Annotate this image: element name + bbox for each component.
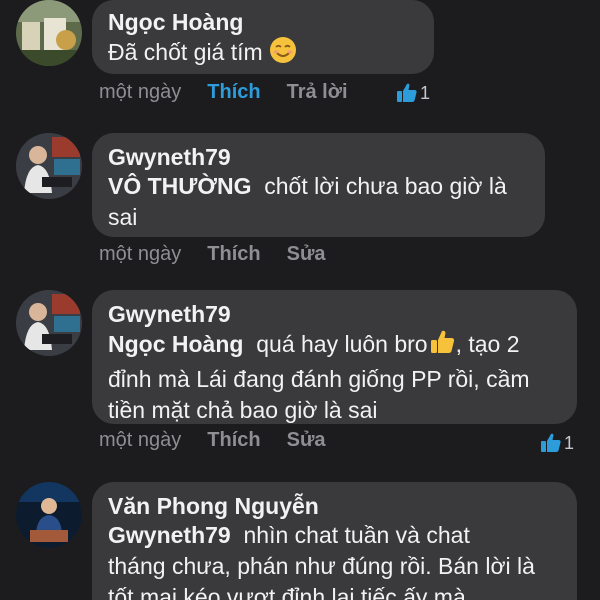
- comment-time[interactable]: một ngày: [99, 429, 181, 452]
- comment-time[interactable]: một ngày: [99, 81, 181, 104]
- comment-author[interactable]: Ngọc Hoàng: [108, 8, 416, 36]
- thumbs-up-icon: [397, 83, 417, 102]
- avatar[interactable]: [16, 0, 82, 66]
- edit-button[interactable]: Sửa: [287, 243, 326, 266]
- comment-text: Gwyneth79 nhìn chat tuần và chat tháng c…: [108, 520, 559, 600]
- comment-text-body: Đã chốt giá tím: [108, 39, 263, 65]
- reply-button[interactable]: Trả lời: [287, 81, 348, 104]
- mention-link[interactable]: Ngọc Hoàng: [108, 331, 243, 357]
- reaction-count[interactable]: 1: [396, 82, 430, 104]
- mention-link[interactable]: VÔ THƯỜNG: [108, 173, 251, 199]
- comment-actions: một ngày Thích Sửa: [99, 425, 352, 455]
- thumbs-up-emoji-icon: [428, 328, 456, 364]
- comment-bubble: Gwyneth79 VÔ THƯỜNG chốt lời chưa bao gi…: [92, 133, 545, 237]
- avatar-photo-icon: [16, 482, 82, 548]
- comment-author[interactable]: Văn Phong Nguyễn: [108, 492, 559, 520]
- comment-text-body: nhìn chat tuần và chat: [243, 522, 470, 548]
- avatar[interactable]: [16, 290, 82, 356]
- comment-author[interactable]: Gwyneth79: [108, 300, 559, 328]
- comment-author[interactable]: Gwyneth79: [108, 143, 527, 171]
- comment-text-body: đỉnh mà Lái đang đánh giống PP rồi, cầm: [108, 366, 530, 392]
- comment-text: Ngọc Hoàng quá hay luôn bro , tạo 2 đỉnh…: [108, 328, 559, 426]
- comment-actions: một ngày Thích Trả lời: [99, 77, 374, 107]
- comment-bubble: Ngọc Hoàng Đã chốt giá tím: [92, 0, 434, 74]
- mention-link[interactable]: Gwyneth79: [108, 522, 231, 548]
- comment-text: VÔ THƯỜNG chốt lời chưa bao giờ là sai: [108, 171, 527, 233]
- comment-bubble: Gwyneth79 Ngọc Hoàng quá hay luôn bro , …: [92, 290, 577, 424]
- edit-button[interactable]: Sửa: [287, 429, 326, 452]
- comment-text-body: , tạo 2: [455, 331, 520, 357]
- reaction-count-value: 1: [420, 82, 431, 103]
- comment-text-body: chốt lời chưa bao giờ là: [264, 173, 507, 199]
- comment-text-body: tiền mặt chả bao giờ là sai: [108, 397, 378, 423]
- like-button[interactable]: Thích: [207, 243, 260, 266]
- reaction-count-value: 1: [564, 432, 575, 453]
- avatar-photo-icon: [16, 290, 82, 356]
- comment-text-body: tháng chưa, phán như đúng rồi. Bán lời l…: [108, 553, 535, 579]
- comments-screen: Ngọc Hoàng Đã chốt giá tím một ngày Thíc…: [0, 0, 600, 600]
- thumbs-up-icon: [541, 433, 561, 452]
- like-button[interactable]: Thích: [207, 429, 260, 452]
- like-button[interactable]: Thích: [207, 81, 260, 104]
- comment-text-body: tốt mai kéo vượt đỉnh lại tiếc ấy mà: [108, 584, 466, 600]
- comment-time[interactable]: một ngày: [99, 243, 181, 266]
- smiling-face-icon: [269, 36, 297, 72]
- reaction-count[interactable]: 1: [540, 432, 574, 454]
- avatar[interactable]: [16, 482, 82, 548]
- comment-bubble: Văn Phong Nguyễn Gwyneth79 nhìn chat tuầ…: [92, 482, 577, 600]
- comment-text-body: sai: [108, 204, 138, 230]
- avatar[interactable]: [16, 133, 82, 199]
- comment-text: Đã chốt giá tím: [108, 36, 416, 72]
- comment-actions: một ngày Thích Sửa: [99, 239, 352, 269]
- avatar-photo-icon: [16, 133, 82, 199]
- avatar-photo-icon: [16, 0, 82, 66]
- comment-text-body: quá hay luôn bro: [256, 331, 428, 357]
